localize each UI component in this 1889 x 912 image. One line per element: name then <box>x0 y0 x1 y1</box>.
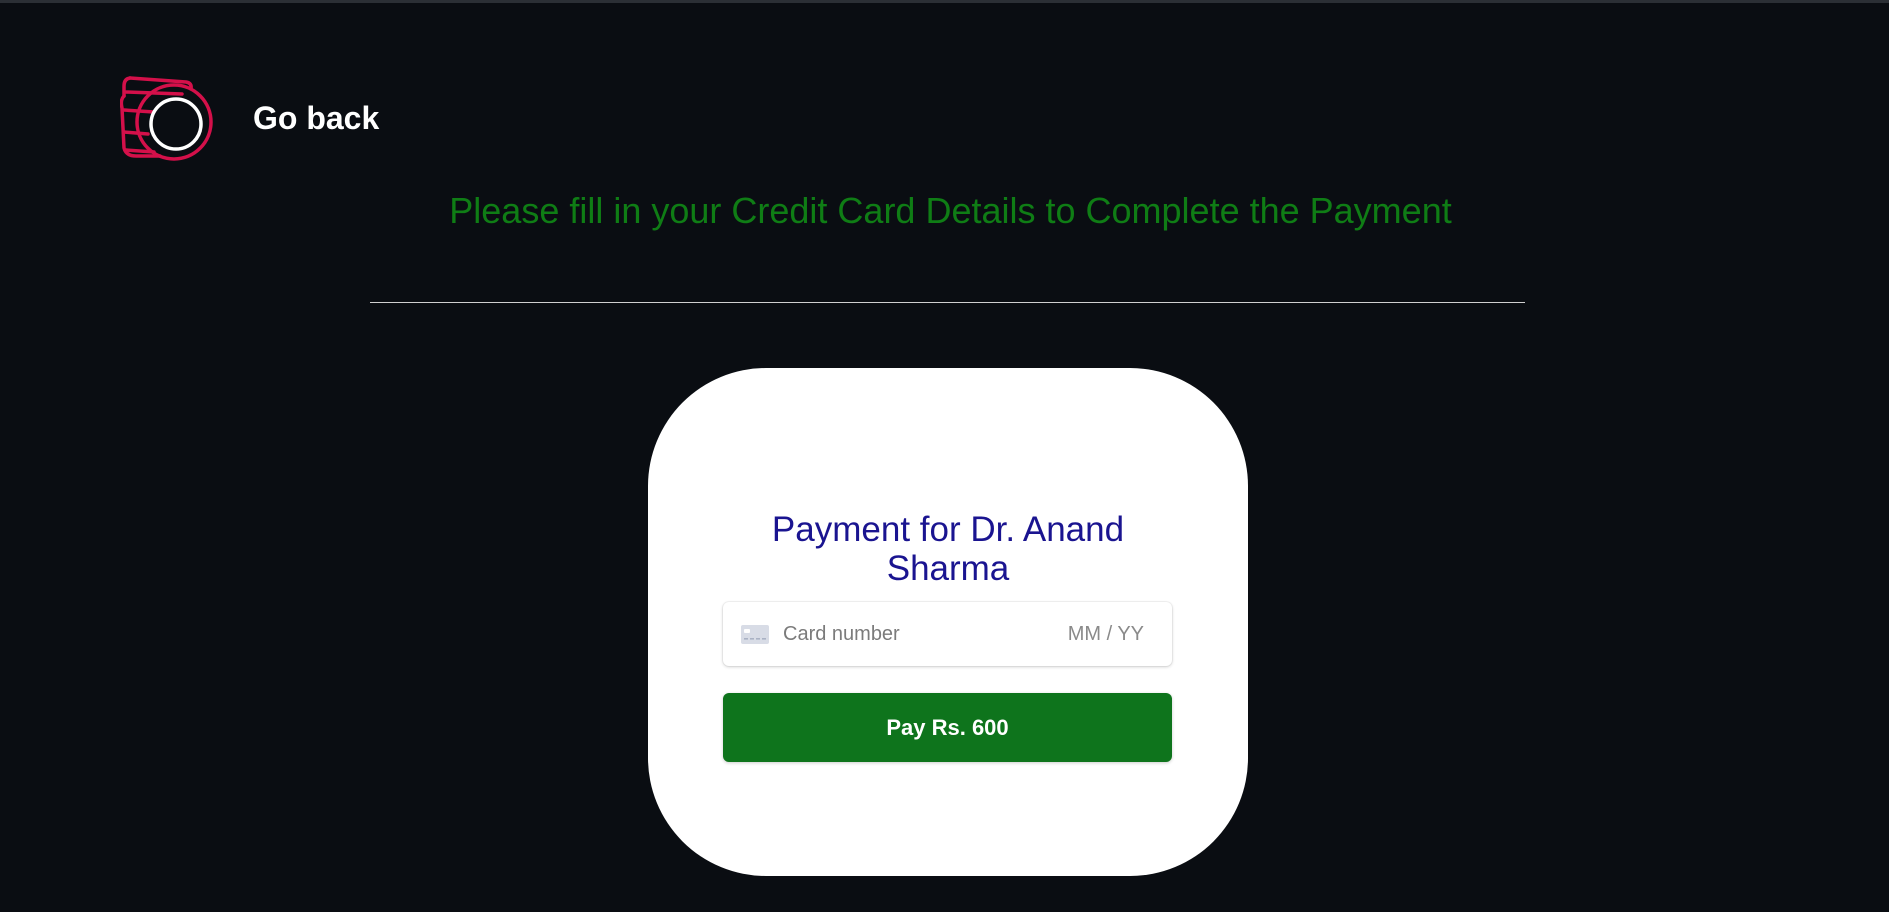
pay-button[interactable]: Pay Rs. 600 <box>723 693 1172 762</box>
credit-card-icon <box>741 624 769 644</box>
payment-page: Go back Please fill in your Credit Card … <box>0 0 1889 912</box>
top-border <box>0 0 1889 3</box>
payment-title-line-2: Sharma <box>886 549 1010 588</box>
payment-title: Payment for Dr. Anand Sharma <box>648 510 1248 588</box>
payment-card: Payment for Dr. Anand Sharma Card number… <box>648 368 1248 876</box>
expiry-field[interactable]: MM / YY <box>1068 623 1144 646</box>
go-back-link[interactable]: Go back <box>253 100 379 137</box>
headline-text: Please fill in your Credit Card Details … <box>449 190 1452 231</box>
card-number-field[interactable]: Card number <box>783 623 1068 646</box>
divider <box>370 302 1525 303</box>
card-details-input[interactable]: Card number MM / YY <box>723 602 1172 666</box>
payment-title-line-1: Payment for Dr. Anand <box>771 510 1125 549</box>
page-headline: Please fill in your Credit Card Details … <box>0 190 1889 232</box>
header: Go back <box>120 74 379 166</box>
hand-coin-logo-icon[interactable] <box>120 74 216 166</box>
